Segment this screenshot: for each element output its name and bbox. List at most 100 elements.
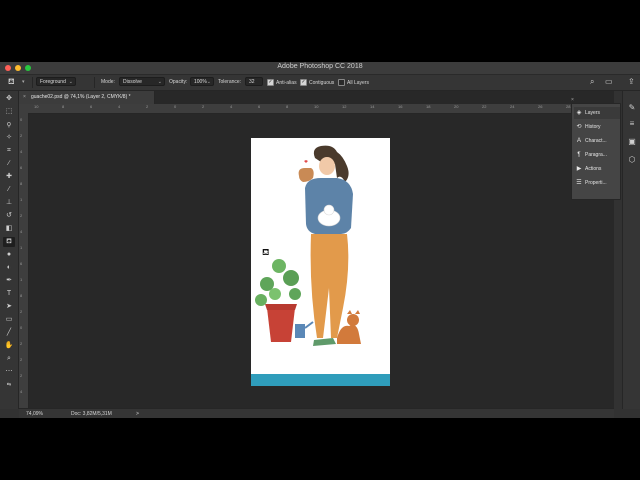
ruler-tick-label: 2	[20, 213, 23, 218]
ruler-tick-label: 4	[20, 149, 23, 154]
mode-dropdown[interactable]: Dissolve ⌄	[119, 77, 165, 86]
eyedropper-icon[interactable]: ∕	[3, 159, 15, 169]
checkbox-box	[338, 79, 345, 86]
history-brush-icon[interactable]: ↺	[3, 211, 15, 221]
swap-colors-icon[interactable]: ⇆	[3, 380, 15, 390]
ruler-tick-label: 18	[426, 104, 431, 109]
zoom-level[interactable]: 74,09%	[26, 411, 43, 417]
close-icon[interactable]: ×	[23, 91, 26, 104]
ruler-tick-label: 4	[20, 229, 23, 234]
adjustments-icon[interactable]: ≡	[626, 119, 638, 131]
window-title: Adobe Photoshop CC 2018	[277, 63, 363, 70]
workspace-icon[interactable]: ▭	[605, 77, 613, 86]
tolerance-field[interactable]: 32	[245, 77, 263, 86]
search-icon[interactable]: ⌕	[590, 77, 594, 87]
panel-item-properti[interactable]: ☰ Properti...	[574, 177, 620, 189]
panel-item-label: Properti...	[585, 180, 607, 186]
tools-panel: ✥ ⬚ ϙ ✧ ⌗ ∕ ✚ ⁄ ⊥ ↺ ◧ ⛾ ● ◐ ✒ T ➤ ▭ ╱ ✋ …	[0, 91, 19, 409]
clone-stamp-icon[interactable]: ⊥	[3, 198, 15, 208]
path-selection-icon[interactable]: ➤	[3, 302, 15, 312]
ruler-tick-label: 0	[20, 325, 23, 330]
ruler-tick-label: 2	[20, 357, 23, 362]
status-bar: 74,09% Doc: 3,82M/5,31M >	[19, 408, 614, 418]
ruler-tick-label: 10	[314, 104, 319, 109]
tolerance-value: 32	[249, 79, 255, 85]
marquee-tool-icon[interactable]: ⬚	[3, 107, 15, 117]
status-menu-arrow[interactable]: >	[136, 411, 139, 417]
history-icon: ⟲	[576, 124, 582, 130]
share-icon[interactable]: ⇪	[628, 77, 635, 86]
paint-bucket-icon[interactable]: ⛾	[8, 77, 15, 87]
ruler-tick-label: 28	[566, 104, 571, 109]
paint-bucket-tool-icon[interactable]: ⛾	[3, 237, 15, 247]
crop-tool-icon[interactable]: ⌗	[3, 146, 15, 156]
panel-item-charact[interactable]: A Charact...	[574, 135, 620, 147]
canvas-color-strip	[251, 374, 390, 386]
brush-settings-icon[interactable]: ✎	[626, 103, 638, 115]
contiguous-checkbox[interactable]: ✓ Contiguous	[300, 79, 334, 86]
lasso-tool-icon[interactable]: ϙ	[3, 120, 15, 130]
opacity-field[interactable]: 100% ⌄	[190, 77, 214, 86]
ruler-tick-label: 1	[20, 277, 23, 282]
panel-item-history[interactable]: ⟲ History	[574, 121, 620, 133]
ruler-tick-label: 4	[230, 104, 233, 109]
document-tab-title: guache02.psd @ 74,1% (Layer 2, CMYK/8) *	[31, 94, 131, 100]
panel-item-paragra[interactable]: ¶ Paragra...	[574, 149, 620, 161]
ruler-tick-label: 22	[482, 104, 487, 109]
anti-alias-checkbox[interactable]: ✓ Anti-alias	[267, 79, 297, 86]
magic-wand-icon[interactable]: ✧	[3, 133, 15, 143]
photoshop-window: Adobe Photoshop CC 2018 ⛾ ▾ Foreground ⌄ …	[0, 62, 640, 418]
ruler-tick-label: 2	[20, 373, 23, 378]
eraser-tool-icon[interactable]: ◧	[3, 224, 15, 234]
document-tab[interactable]: × guache02.psd @ 74,1% (Layer 2, CMYK/8)…	[19, 91, 155, 104]
vertical-ruler[interactable]: 0 2 4 6 8 1 2 4 1 6 1 8 2 0 2 2 2 4	[19, 113, 29, 409]
options-bar: ⛾ ▾ Foreground ⌄ Mode: Dissolve ⌄ Opacity:…	[0, 75, 640, 91]
more-tools-icon[interactable]: ⋯	[3, 367, 15, 377]
ruler-tick-label: 2	[20, 341, 23, 346]
ruler-tick-label: 4	[20, 389, 23, 394]
ruler-tick-label: 0	[20, 117, 23, 122]
layers-icon: ◈	[576, 110, 582, 116]
ruler-tick-label: 0	[174, 104, 177, 109]
chevron-down-icon[interactable]: ▾	[22, 79, 25, 85]
zoom-tool-icon[interactable]: ⌕	[3, 354, 15, 364]
brush-tool-icon[interactable]: ⁄	[3, 185, 15, 195]
all-layers-label: All Layers	[347, 79, 369, 86]
type-tool-icon[interactable]: T	[3, 289, 15, 299]
horizontal-ruler[interactable]: 108642024681012141618202224262830	[29, 104, 614, 114]
actions-icon: ▶	[576, 166, 582, 172]
document-canvas[interactable]	[251, 138, 390, 386]
ruler-tick-label: 8	[20, 293, 23, 298]
dodge-tool-icon[interactable]: ◐	[3, 263, 15, 273]
ruler-tick-label: 12	[342, 104, 347, 109]
panel-item-label: Charact...	[585, 138, 607, 144]
healing-brush-icon[interactable]: ✚	[3, 172, 15, 182]
fill-source-dropdown[interactable]: Foreground ⌄	[36, 77, 76, 86]
3d-icon[interactable]: ⬡	[626, 155, 638, 167]
ruler-tick-label: 6	[20, 165, 23, 170]
line-tool-icon[interactable]: ╱	[3, 328, 15, 338]
panel-item-layers[interactable]: ◈ Layers	[574, 107, 620, 119]
pen-tool-icon[interactable]: ✒	[3, 276, 15, 286]
panel-item-actions[interactable]: ▶ Actions	[574, 163, 620, 175]
ruler-tick-label: 2	[20, 133, 23, 138]
rectangle-tool-icon[interactable]: ▭	[3, 315, 15, 325]
libraries-icon[interactable]: ▣	[626, 137, 638, 149]
all-layers-checkbox[interactable]: All Layers	[338, 79, 369, 86]
ruler-tick-label: 6	[20, 261, 23, 266]
ruler-tick-label: 4	[118, 104, 121, 109]
ruler-tick-label: 8	[286, 104, 289, 109]
canvas-workspace[interactable]	[29, 114, 614, 408]
blur-tool-icon[interactable]: ●	[3, 250, 15, 260]
ruler-tick-label: 1	[20, 245, 23, 250]
hand-tool-icon[interactable]: ✋	[3, 341, 15, 351]
illustration-artwork	[255, 145, 361, 346]
ruler-origin[interactable]	[19, 104, 29, 113]
panel-item-label: Layers	[585, 110, 601, 116]
panel-item-label: History	[585, 124, 601, 130]
panel-item-label: Paragra...	[585, 152, 607, 158]
check-icon: ✓	[267, 79, 274, 86]
contiguous-label: Contiguous	[309, 79, 335, 86]
divider	[94, 77, 95, 88]
move-tool-icon[interactable]: ✥	[3, 94, 15, 104]
